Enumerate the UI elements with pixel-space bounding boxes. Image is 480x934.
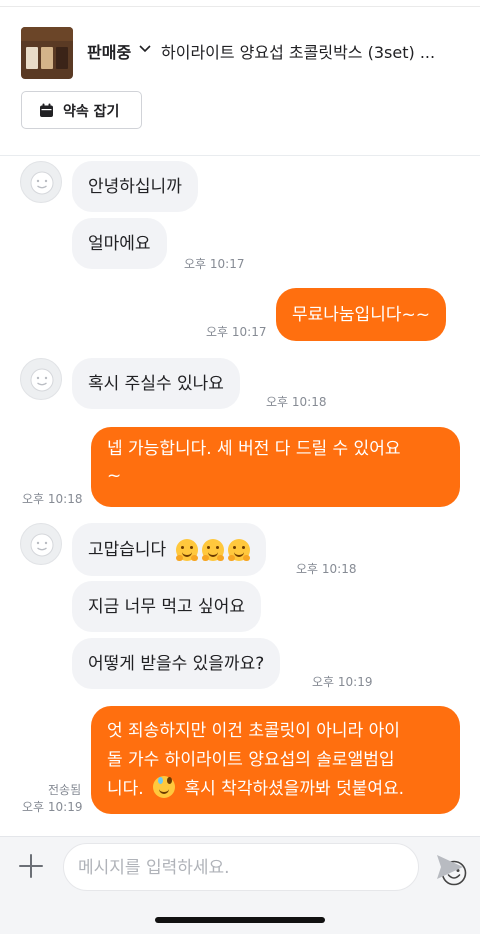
message-time: 오후 10:18: [266, 395, 327, 409]
message-time: 오후 10:17: [206, 325, 267, 339]
message-input[interactable]: [78, 854, 358, 882]
chat-header: 판매중 하이라이트 양요섭 초콜릿박스 (3set) ... 약속 잡기: [0, 0, 480, 156]
message-list[interactable]: 안녕하십니까 얼마에요 오후 10:17 오후 10:17 무료나눔입니다~~ …: [0, 157, 480, 835]
message-text-line: 엇 죄송하지만 이건 초콜릿이 아니라 아이: [107, 721, 400, 741]
message-time: 오후 10:17: [184, 257, 245, 271]
product-title[interactable]: 하이라이트 양요섭 초콜릿박스 (3set) ...: [161, 39, 461, 63]
grinning-sweat-face-icon: [153, 776, 176, 798]
message-text: 무료나눔입니다~~: [292, 304, 430, 325]
hugging-face-icon: [176, 538, 199, 561]
incoming-message[interactable]: 혹시 주실수 있나요: [72, 358, 240, 409]
incoming-message[interactable]: 얼마에요: [72, 218, 167, 269]
default-avatar-icon[interactable]: [20, 523, 62, 565]
message-text: 혹시 착각하셨을까봐 덧붙여요.: [184, 779, 405, 799]
message-time: 오후 10:19: [312, 675, 373, 689]
outgoing-message[interactable]: 넵 가능합니다. 세 버전 다 드릴 수 있어요 ~: [91, 427, 460, 507]
message-time: 오후 10:18: [22, 492, 83, 506]
outgoing-message[interactable]: 엇 죄송하지만 이건 초콜릿이 아니라 아이 돌 가수 하이라이트 양요섭의 솔…: [91, 706, 460, 814]
default-avatar-icon[interactable]: [20, 161, 62, 203]
message-text: 안녕하십니까: [88, 176, 182, 197]
message-text-line: ~: [107, 466, 122, 486]
message-text: 니다.: [107, 779, 144, 799]
message-text-line: 넵 가능합니다. 세 버전 다 드릴 수 있어요: [107, 439, 401, 459]
appointment-label: 약속 잡기: [63, 104, 120, 120]
hugging-face-icon: [202, 538, 225, 561]
default-avatar-icon[interactable]: [20, 358, 62, 400]
divider: [0, 6, 480, 7]
message-text-line: 니다. 혹시 착각하셨을까봐 덧붙여요.: [107, 775, 444, 804]
message-time: 오후 10:18: [296, 562, 357, 576]
send-icon[interactable]: [435, 853, 465, 881]
message-text-line: 돌 가수 하이라이트 양요섭의 솔로앨범입: [107, 750, 395, 770]
incoming-message[interactable]: 어떻게 받을수 있을까요?: [72, 638, 281, 689]
incoming-message[interactable]: 지금 너무 먹고 싶어요: [72, 581, 261, 632]
message-text: 혹시 주실수 있나요: [88, 373, 224, 394]
home-indicator: [155, 917, 325, 923]
message-text: 얼마에요: [88, 233, 151, 254]
message-text: 어떻게 받을수 있을까요?: [88, 653, 265, 674]
hugging-face-icon: [228, 538, 251, 561]
chevron-down-icon[interactable]: [138, 41, 152, 55]
incoming-message[interactable]: 안녕하십니까: [72, 161, 198, 212]
make-appointment-button[interactable]: 약속 잡기: [21, 91, 142, 129]
message-text: 지금 너무 먹고 싶어요: [88, 596, 245, 617]
message-input-container[interactable]: [63, 843, 467, 891]
plus-icon[interactable]: [18, 853, 44, 879]
sent-status: 전송됨: [48, 783, 82, 797]
calendar-icon: [40, 103, 53, 117]
outgoing-message[interactable]: 무료나눔입니다~~: [276, 288, 446, 341]
incoming-message[interactable]: 고맙습니다: [72, 523, 267, 576]
product-thumbnail[interactable]: [21, 27, 73, 79]
message-time: 오후 10:19: [22, 800, 83, 814]
sale-status-dropdown[interactable]: 판매중: [87, 39, 131, 63]
message-text: 고맙습니다: [88, 539, 167, 560]
